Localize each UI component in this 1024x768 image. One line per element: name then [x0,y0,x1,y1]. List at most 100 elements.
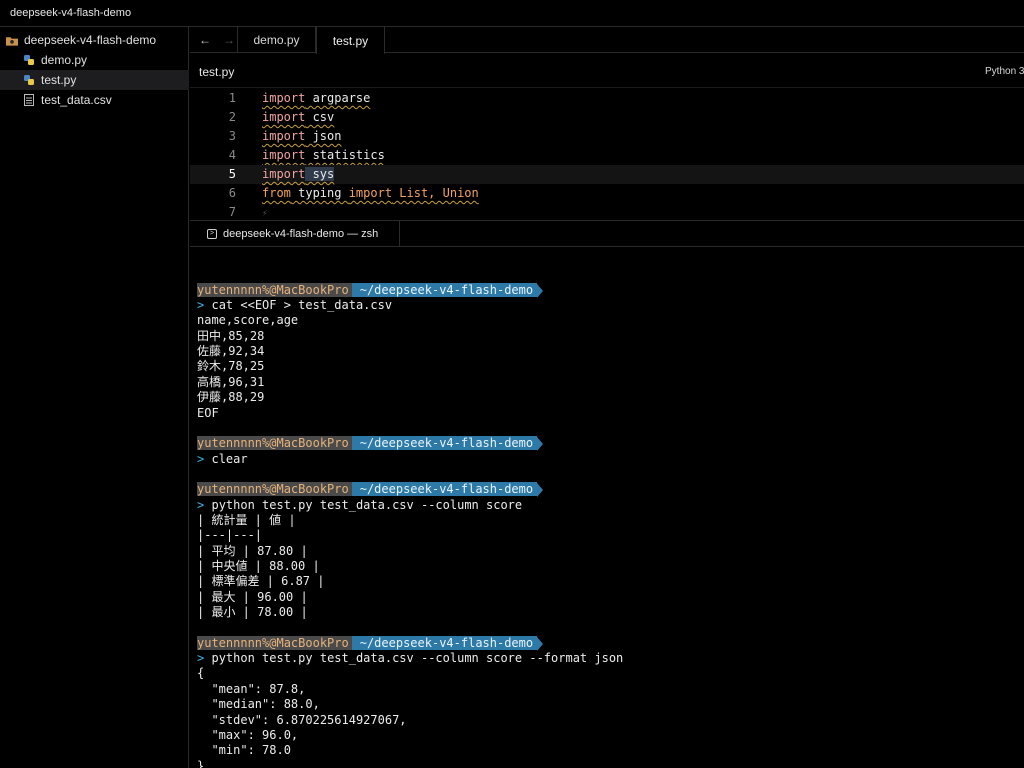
code-text: statistics [305,148,385,162]
prompt-path: ~/deepseek-v4-flash-demo [351,436,538,450]
output-line: { [197,666,205,680]
terminal-output[interactable]: yutennnnn%@MacBookPro ~/deepseek-v4-flash… [190,247,1024,768]
prompt-caret: > [197,298,205,312]
prompt-arrow-icon [537,483,544,497]
prompt-arrow-icon [537,284,544,298]
line-number: 2 [228,110,236,124]
current-file-name: test.py [199,65,235,79]
file-header: test.py Python 3 [190,54,1024,88]
folder-icon [6,34,18,46]
terminal-icon: > [207,229,217,239]
prompt-user: yutennnnn%@MacBookPro [197,283,352,297]
file-test-py[interactable]: test.py [0,70,189,90]
prompt-caret: > [197,651,205,665]
code-line-current: 5 import sys [190,165,1024,184]
language-indicator[interactable]: Python 3 [985,66,1024,77]
text-file-icon [23,94,35,106]
output-line: "mean": 87.8, [197,682,306,696]
tab-demo-py[interactable]: demo.py [238,27,316,53]
prompt-path: ~/deepseek-v4-flash-demo [351,636,538,650]
code-text: csv [305,110,335,124]
output-line: } [197,759,205,768]
file-test-data-csv[interactable]: test_data.csv [0,90,189,110]
keyword: import [262,148,306,162]
prompt-line: yutennnnn%@MacBookPro ~/deepseek-v4-flash… [197,636,544,651]
code-line: 1 import argparse [190,89,1024,108]
tab-label: test.py [332,33,369,48]
output-line: name,score,age [197,313,299,327]
prompt-caret: > [197,452,205,466]
window-title: deepseek-v4-flash-demo [10,7,132,19]
terminal-tab[interactable]: > deepseek-v4-flash-demo — zsh [190,221,400,247]
file-explorer: deepseek-v4-flash-demo demo.py test.py t… [0,27,189,768]
output-line: | 最小 | 78.00 | [197,605,308,619]
code-line: 6 from typing import List, Union [190,184,1024,203]
navigation-buttons: ← → [190,27,238,53]
title-bar: deepseek-v4-flash-demo [0,0,1024,27]
prompt-arrow-icon [537,637,544,651]
file-label: demo.py [41,53,88,67]
line-number: 7 [228,205,236,219]
forward-arrow-icon[interactable]: → [223,33,235,47]
tab-test-py[interactable]: test.py [316,27,385,54]
output-line: 佐藤,92,34 [197,344,265,358]
output-line: |---|---| [197,528,263,542]
terminal-tab-label: deepseek-v4-flash-demo — zsh [223,228,379,240]
output-line: 鈴木,78,25 [197,359,265,373]
command-text: cat <<EOF > test_data.csv [211,298,393,312]
command-text: python test.py test_data.csv --column sc… [211,498,523,512]
output-line: "min": 78.0 [197,743,291,757]
back-arrow-icon[interactable]: ← [199,33,211,47]
line-number: 6 [228,186,236,200]
prompt-path: ~/deepseek-v4-flash-demo [351,283,538,297]
output-line: | 標準偏差 | 6.87 | [197,574,325,588]
prompt-line: yutennnnn%@MacBookPro ~/deepseek-v4-flash… [197,283,544,298]
output-line: EOF [197,406,219,420]
code-text: typing [290,186,349,200]
code-editor[interactable]: 1 import argparse 2 import csv 3 import … [190,88,1024,220]
terminal-tab-bar: > deepseek-v4-flash-demo — zsh [190,220,1024,247]
code-line: 3 import json [190,127,1024,146]
output-line: | 中央値 | 88.00 | [197,559,320,573]
command-text: clear [211,452,248,466]
lightning-hint-icon[interactable]: ⚡ [262,209,267,219]
code-line: 4 import statistics [190,146,1024,165]
line-number: 4 [228,148,236,162]
output-line: "stdev": 6.870225614927067, [197,713,407,727]
code-line: 7 ⚡ [190,203,1024,220]
prompt-user: yutennnnn%@MacBookPro [197,482,352,496]
tab-label: demo.py [253,33,300,47]
output-line: 田中,85,28 [197,329,265,343]
output-line: 高橋,96,31 [197,375,265,389]
keyword: import [348,186,393,200]
line-number: 3 [228,129,236,143]
prompt-caret: > [197,498,205,512]
keyword: import [262,91,306,105]
line-number: 5 [228,167,236,181]
keyword: import [262,167,306,181]
keyword: import [262,129,306,143]
line-number: 1 [228,91,236,105]
prompt-arrow-icon [537,437,544,451]
output-line: "median": 88.0, [197,697,320,711]
selected-text: sys [305,167,335,181]
editor-tab-bar: ← → demo.py test.py [190,27,1024,54]
command-line: > python test.py test_data.csv --column … [197,651,623,666]
prompt-line: yutennnnn%@MacBookPro ~/deepseek-v4-flash… [197,436,544,451]
keyword: from [262,186,291,200]
output-line: 伊藤,88,29 [197,390,265,404]
output-line: | 最大 | 96.00 | [197,590,308,604]
command-line: > clear [197,452,248,467]
prompt-path: ~/deepseek-v4-flash-demo [351,482,538,496]
command-text: python test.py test_data.csv --column sc… [211,651,624,665]
code-text: json [305,129,342,143]
output-line: | 統計量 | 値 | [197,513,296,527]
folder-deepseek-v4-flash-demo[interactable]: deepseek-v4-flash-demo [0,30,189,50]
file-demo-py[interactable]: demo.py [0,50,189,70]
code-text: argparse [305,91,371,105]
prompt-user: yutennnnn%@MacBookPro [197,436,352,450]
code-line: 2 import csv [190,108,1024,127]
code-text: List, Union [392,186,479,200]
prompt-user: yutennnnn%@MacBookPro [197,636,352,650]
command-line: > python test.py test_data.csv --column … [197,498,522,513]
